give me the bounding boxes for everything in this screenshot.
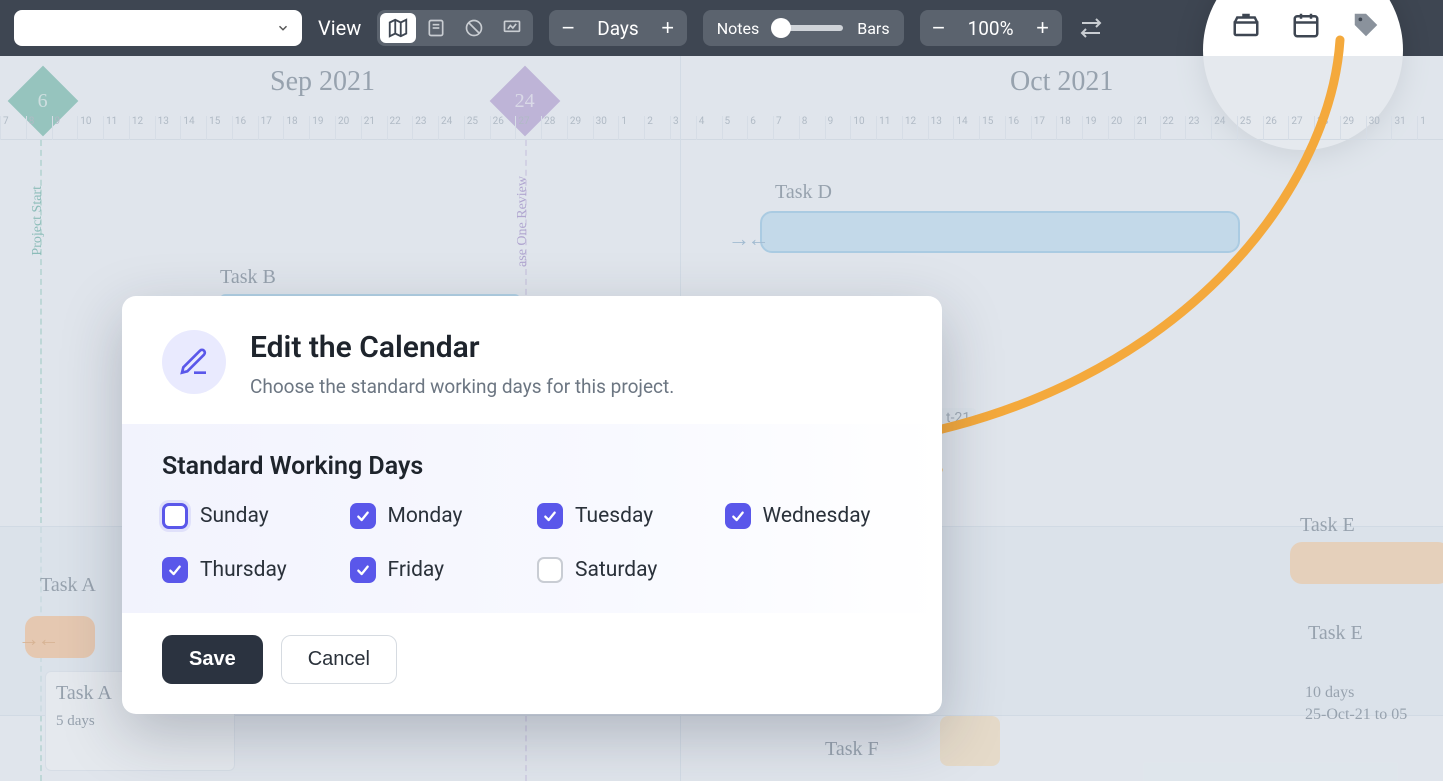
checkbox-saturday[interactable] <box>537 557 563 583</box>
unit-minus-button[interactable]: − <box>555 15 581 41</box>
day-label: Sunday <box>200 504 269 528</box>
save-button[interactable]: Save <box>162 635 263 684</box>
day-tuesday[interactable]: Tuesday <box>537 503 715 529</box>
day-friday[interactable]: Friday <box>350 557 528 583</box>
day-thursday[interactable]: Thursday <box>162 557 340 583</box>
project-dropdown[interactable] <box>14 10 302 46</box>
block-icon <box>464 18 484 38</box>
presentation-icon <box>502 18 522 38</box>
calendar-icon[interactable] <box>1291 10 1323 42</box>
view-label: View <box>318 16 361 40</box>
day-label: Wednesday <box>763 504 871 528</box>
edit-icon <box>178 346 210 378</box>
checkbox-friday[interactable] <box>350 557 376 583</box>
view-mode-segment <box>377 10 533 46</box>
view-mode-present[interactable] <box>494 13 530 43</box>
unit-label: Days <box>591 17 644 40</box>
day-wednesday[interactable]: Wednesday <box>725 503 903 529</box>
map-icon <box>387 17 409 39</box>
dialog-icon-wrap <box>162 330 226 394</box>
section-title: Standard Working Days <box>162 452 902 481</box>
checkbox-sunday[interactable] <box>162 503 188 529</box>
time-unit-stepper: − Days + <box>549 10 686 46</box>
document-icon <box>426 18 446 38</box>
slider-track[interactable] <box>773 25 843 31</box>
checkbox-monday[interactable] <box>350 503 376 529</box>
unit-plus-button[interactable]: + <box>655 15 681 41</box>
slider-thumb[interactable] <box>771 18 791 38</box>
slider-right-label: Bars <box>857 19 889 38</box>
day-monday[interactable]: Monday <box>350 503 528 529</box>
dialog-subtitle: Choose the standard working days for thi… <box>250 375 674 398</box>
swap-icon[interactable] <box>1078 15 1104 41</box>
edit-calendar-dialog: Edit the Calendar Choose the standard wo… <box>122 296 942 714</box>
cancel-button[interactable]: Cancel <box>281 635 397 684</box>
day-label: Monday <box>388 504 463 528</box>
chevron-down-icon <box>276 21 290 35</box>
day-label: Thursday <box>200 558 287 582</box>
day-label: Friday <box>388 558 445 582</box>
dialog-title: Edit the Calendar <box>250 330 674 365</box>
zoom-stepper: − 100% + <box>920 10 1062 46</box>
zoom-in-button[interactable]: + <box>1030 15 1056 41</box>
checkbox-thursday[interactable] <box>162 557 188 583</box>
slider-left-label: Notes <box>717 19 760 38</box>
days-grid: Sunday Monday Tuesday Wednesday Thursday Frid… <box>162 503 902 583</box>
toolbox-icon[interactable] <box>1231 10 1263 42</box>
day-label: Tuesday <box>575 504 653 528</box>
tag-icon[interactable] <box>1351 10 1383 42</box>
checkbox-tuesday[interactable] <box>537 503 563 529</box>
checkbox-wednesday[interactable] <box>725 503 751 529</box>
view-mode-block[interactable] <box>456 13 492 43</box>
view-mode-doc[interactable] <box>418 13 454 43</box>
zoom-out-button[interactable]: − <box>926 15 952 41</box>
notes-bars-slider[interactable]: Notes Bars <box>703 10 904 46</box>
zoom-value: 100% <box>962 17 1020 40</box>
day-saturday[interactable]: Saturday <box>537 557 715 583</box>
view-mode-map[interactable] <box>380 13 416 43</box>
day-sunday[interactable]: Sunday <box>162 503 340 529</box>
day-label: Saturday <box>575 558 657 582</box>
